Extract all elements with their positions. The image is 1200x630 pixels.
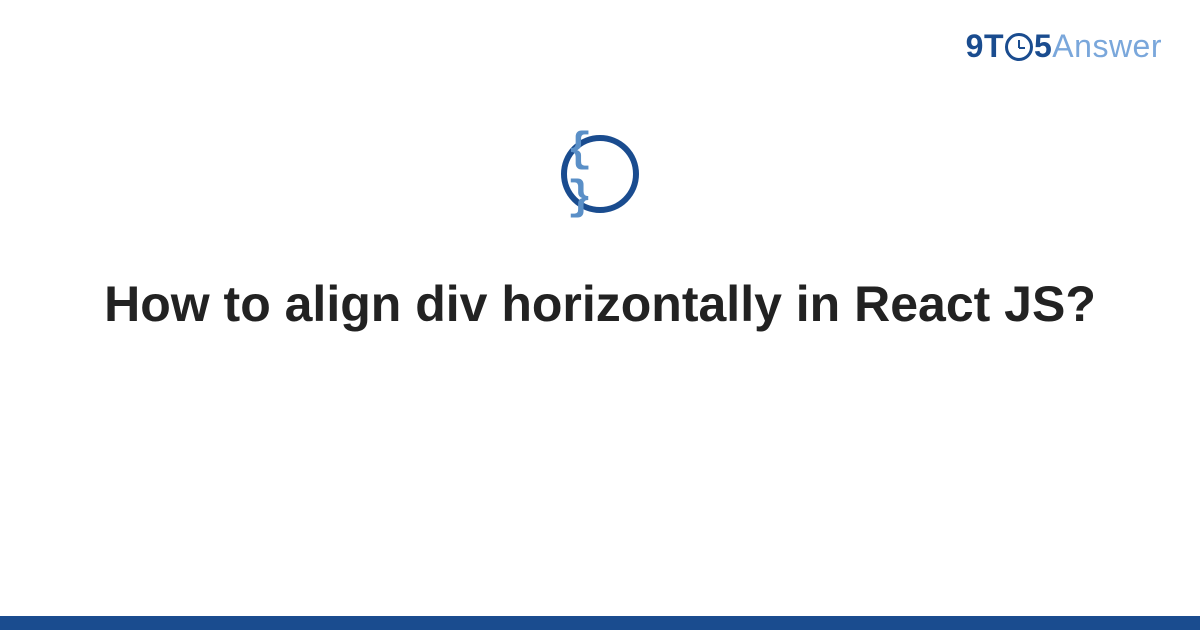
- category-icon-circle: { }: [561, 135, 639, 213]
- logo-text-answer: Answer: [1052, 28, 1162, 65]
- bottom-accent-bar: [0, 616, 1200, 630]
- main-content: { } How to align div horizontally in Rea…: [0, 135, 1200, 336]
- logo-text-9t: 9T: [966, 28, 1004, 65]
- site-logo: 9T 5 Answer: [966, 28, 1162, 65]
- logo-text-5: 5: [1034, 28, 1052, 65]
- code-braces-icon: { }: [567, 126, 633, 222]
- clock-icon: [1005, 33, 1033, 61]
- question-title: How to align div horizontally in React J…: [44, 273, 1156, 336]
